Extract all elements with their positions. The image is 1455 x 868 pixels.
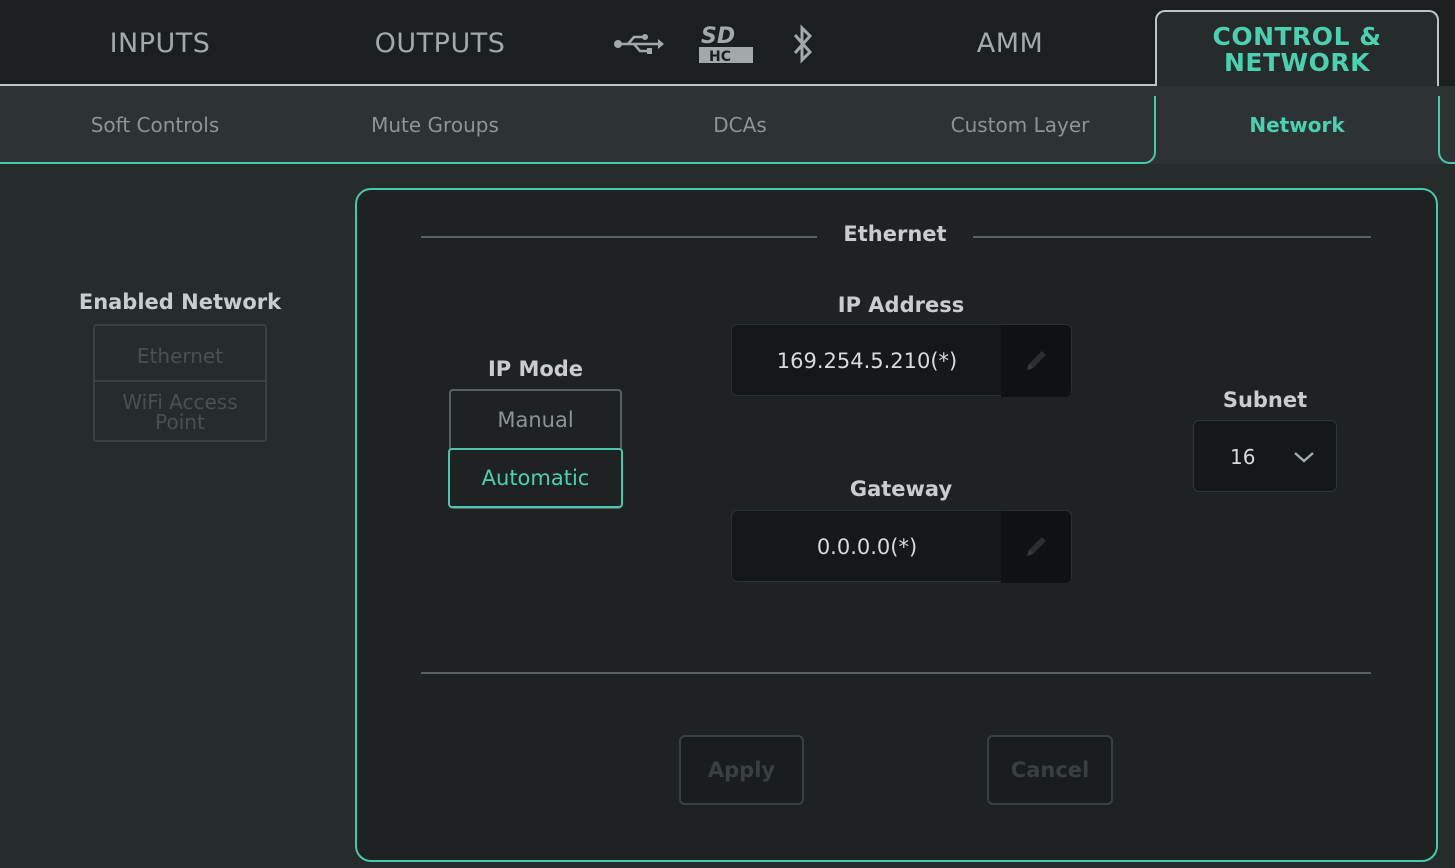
gateway-label: Gateway [849, 477, 953, 501]
tab-inputs[interactable]: INPUTS [60, 0, 260, 86]
gateway-value: 0.0.0.0(*) [816, 535, 918, 559]
subtab-custom-layer[interactable]: Custom Layer [910, 86, 1130, 164]
enabled-network-wifi-line2: Point [155, 410, 205, 434]
subtab-mute-groups[interactable]: Mute Groups [330, 86, 540, 164]
subnet-value: 16 [1230, 445, 1256, 469]
subtab-soft-controls[interactable]: Soft Controls [50, 86, 260, 164]
subnet-dropdown[interactable]: 16 [1193, 420, 1337, 492]
tab-outputs[interactable]: OUTPUTS [340, 0, 540, 86]
tab-control-network[interactable]: CONTROL & NETWORK [1155, 10, 1439, 88]
panel-divider [421, 672, 1371, 674]
ip-address-edit-button[interactable] [1001, 325, 1071, 397]
subtab-network-left-edge [1142, 96, 1156, 164]
enabled-network-title: Enabled Network [78, 290, 282, 314]
ip-address-field[interactable]: 169.254.5.210(*) [731, 324, 1072, 397]
ip-mode-label: IP Mode [487, 357, 584, 381]
enabled-network-ethernet-option[interactable]: Ethernet [95, 346, 265, 366]
enabled-network-selector: Ethernet WiFi Access Point [93, 324, 267, 442]
apply-button[interactable]: Apply [679, 735, 804, 805]
ip-address-label: IP Address [837, 293, 965, 317]
tab-outputs-label: OUTPUTS [374, 27, 506, 59]
ethernet-header-line-left [421, 236, 817, 238]
tab-amm-label: AMM [976, 27, 1044, 59]
subtab-dcas[interactable]: DCAs [640, 86, 840, 164]
tab-control-network-line2: NETWORK [1223, 48, 1370, 77]
enabled-network-separator [95, 380, 265, 382]
subtab-underline [0, 162, 1145, 164]
ip-address-value: 169.254.5.210(*) [776, 349, 958, 373]
usb-icon[interactable] [612, 22, 664, 66]
subnet-label: Subnet [1222, 388, 1308, 412]
tab-amm[interactable]: AMM [910, 0, 1110, 86]
tab-control-network-line1: CONTROL & [1212, 22, 1382, 51]
ip-mode-automatic-option[interactable]: Automatic [448, 448, 623, 508]
subtab-network-label: Network [1249, 113, 1345, 137]
svg-text:SD: SD [701, 24, 735, 49]
enabled-network-wifi-option[interactable]: WiFi Access Point [95, 392, 265, 432]
svg-text:HC: HC [709, 49, 731, 65]
subtab-mute-groups-label: Mute Groups [371, 113, 499, 137]
enabled-network-wifi-line1: WiFi Access [122, 390, 238, 414]
tab-inputs-label: INPUTS [109, 27, 211, 59]
ethernet-section-title: Ethernet [843, 222, 947, 246]
pencil-icon [1027, 351, 1046, 370]
gateway-edit-button[interactable] [1001, 511, 1071, 583]
pencil-icon [1027, 537, 1046, 556]
chevron-down-icon [1294, 452, 1314, 463]
ip-mode-manual-option[interactable]: Manual [449, 400, 622, 440]
subtab-dcas-label: DCAs [713, 113, 767, 137]
subtab-custom-layer-label: Custom Layer [950, 113, 1090, 137]
gateway-field[interactable]: 0.0.0.0(*) [731, 510, 1072, 583]
cancel-button[interactable]: Cancel [987, 735, 1113, 805]
subtab-network-right-edge [1438, 96, 1455, 164]
subtab-soft-controls-label: Soft Controls [90, 113, 220, 137]
subtab-network[interactable]: Network [1158, 86, 1436, 164]
sdhc-icon[interactable]: SD HC [697, 22, 755, 66]
bluetooth-icon[interactable] [792, 22, 814, 66]
ethernet-header-line-right [973, 236, 1371, 238]
